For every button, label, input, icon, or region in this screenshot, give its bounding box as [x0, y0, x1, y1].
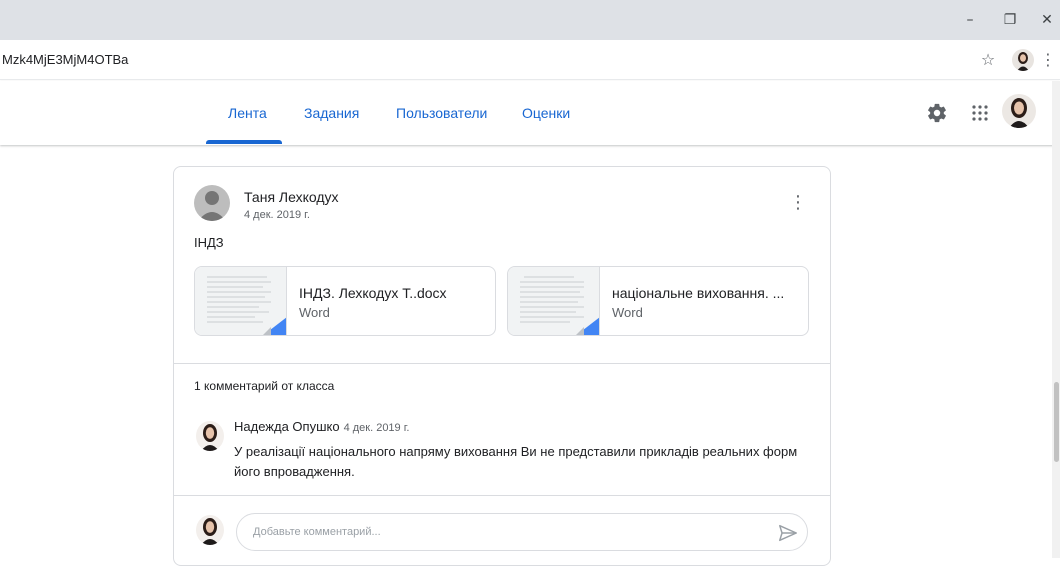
document-thumbnail	[195, 267, 287, 335]
document-thumbnail	[508, 267, 600, 335]
apps-grid-icon[interactable]	[966, 99, 994, 127]
tab-stream[interactable]: Лента	[228, 81, 267, 145]
current-user-avatar	[196, 515, 224, 545]
attachment-card[interactable]: ІНДЗ. Лехкодух Т..docx Word	[194, 266, 496, 336]
active-tab-indicator	[206, 140, 282, 144]
settings-icon[interactable]	[923, 99, 951, 127]
comment-input[interactable]	[253, 514, 753, 550]
send-icon[interactable]	[777, 522, 799, 544]
maximize-icon[interactable]: ❐	[1000, 10, 1020, 30]
comment-box	[236, 513, 808, 551]
word-file-icon	[576, 317, 599, 335]
post-date: 4 дек. 2019 г.	[244, 209, 310, 221]
post-menu-icon[interactable]: ⋮	[788, 191, 808, 215]
attachment-card[interactable]: національне виховання. ... Word	[507, 266, 809, 336]
post-author-name: Таня Лехкодух	[244, 189, 339, 205]
commenter-avatar	[196, 421, 224, 451]
author-avatar	[194, 185, 230, 221]
comment-author: Надежда Опушко 4 дек. 2019 г.	[234, 419, 409, 434]
class-comments-count[interactable]: 1 комментарий от класса	[194, 379, 334, 393]
address-bar: Mzk4MjE3MjM4OTBa ☆ ⋮	[0, 40, 1060, 80]
class-header: Лента Задания Пользователи Оценки	[0, 81, 1060, 145]
comment-text: У реалізації національного напряму вихов…	[234, 444, 798, 479]
post-text: ІНДЗ	[194, 235, 224, 250]
attachment-type: Word	[299, 305, 330, 320]
close-icon[interactable]: ✕	[1037, 10, 1057, 30]
divider	[174, 363, 830, 364]
browser-profile-avatar[interactable]	[1012, 49, 1034, 71]
page-scrollbar-thumb[interactable]	[1054, 382, 1059, 462]
window-titlebar: – ❐ ✕	[0, 0, 1060, 40]
comment-author-name: Надежда Опушко	[234, 419, 340, 434]
tab-people[interactable]: Пользователи	[396, 81, 487, 145]
word-file-icon	[263, 317, 286, 335]
account-avatar[interactable]	[1002, 94, 1036, 128]
browser-menu-icon[interactable]: ⋮	[1040, 50, 1056, 70]
attachment-title[interactable]: ІНДЗ. Лехкодух Т..docx	[299, 285, 447, 301]
url-text[interactable]: Mzk4MjE3MjM4OTBa	[2, 52, 128, 67]
attachment-type: Word	[612, 305, 643, 320]
tab-grades[interactable]: Оценки	[522, 81, 570, 145]
minimize-icon[interactable]: –	[960, 10, 980, 30]
divider	[174, 495, 830, 496]
comment-date: 4 дек. 2019 г.	[343, 422, 410, 434]
attachment-title[interactable]: національне виховання. ...	[612, 285, 784, 301]
post-card: Таня Лехкодух 4 дек. 2019 г. ⋮ ІНДЗ ІНДЗ…	[173, 166, 831, 566]
page-scrollbar-track[interactable]	[1052, 81, 1060, 558]
bookmark-star-icon[interactable]: ☆	[978, 50, 998, 70]
tab-classwork[interactable]: Задания	[304, 81, 359, 145]
